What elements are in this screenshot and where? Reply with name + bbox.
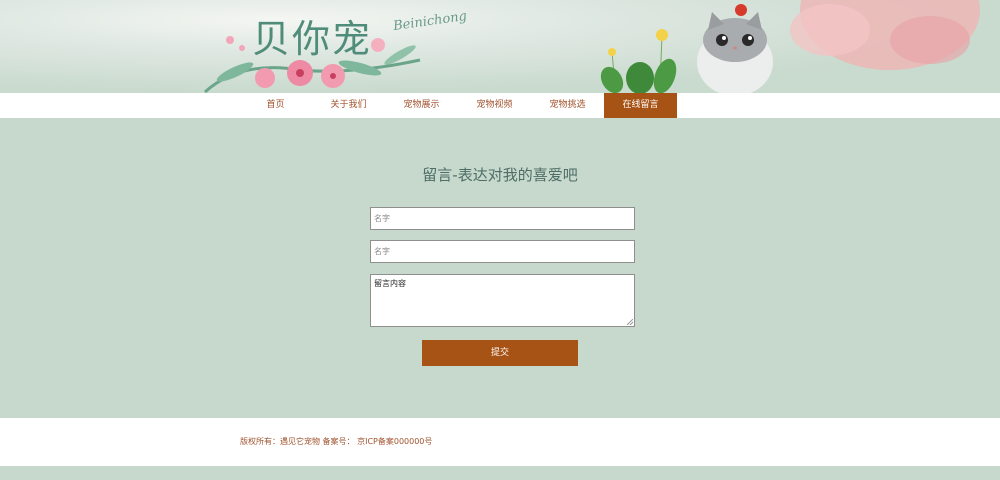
name-input-2[interactable]: 名字 <box>370 240 635 263</box>
page-title: 留言-表达对我的喜爱吧 <box>422 166 578 184</box>
nav-item-pet-gallery[interactable]: 宠物展示 <box>385 93 458 118</box>
header-banner: 贝你宠 Beinichong <box>0 0 1000 93</box>
name-input[interactable]: 名字 <box>370 207 635 230</box>
nav-item-home[interactable]: 首页 <box>239 93 312 118</box>
message-textarea-value: 留言内容 <box>374 279 406 288</box>
banner-decoration <box>203 0 980 93</box>
footer-copyright: 版权所有：遇见它宠物 备案号： 京ICP备案000000号 <box>240 437 433 446</box>
main-nav: 首页 关于我们 宠物展示 宠物视频 宠物挑选 在线留言 <box>0 93 1000 118</box>
nav-item-about[interactable]: 关于我们 <box>312 93 385 118</box>
footer: 版权所有：遇见它宠物 备案号： 京ICP备案000000号 <box>0 418 1000 466</box>
pink-flower-decoration <box>790 0 980 70</box>
cat-illustration <box>697 4 773 93</box>
plant-illustration <box>600 29 677 93</box>
nav-item-message[interactable]: 在线留言 <box>604 93 677 118</box>
submit-button[interactable]: 提交 <box>422 340 578 366</box>
nav-item-pet-videos[interactable]: 宠物视频 <box>458 93 531 118</box>
resize-handle-icon[interactable] <box>627 319 633 325</box>
site-logo: 贝你宠 <box>252 17 373 61</box>
message-textarea[interactable]: 留言内容 <box>370 274 635 327</box>
nav-item-pet-selection[interactable]: 宠物挑选 <box>531 93 604 118</box>
